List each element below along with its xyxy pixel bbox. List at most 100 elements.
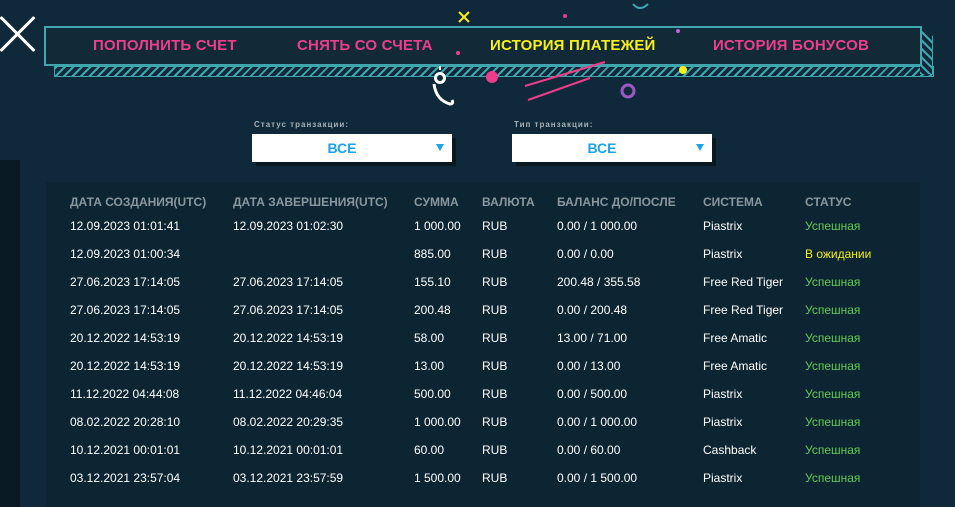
created-date-cell: 10.12.2021 00:01:01: [70, 443, 181, 457]
table-row: 03.12.2021 23:57:04 03.12.2021 23:57:59 1 …: [70, 464, 905, 492]
status-cell: Успешная: [805, 387, 861, 401]
system-cell: Free Amatic: [703, 359, 768, 373]
amount-cell: 13.00: [414, 359, 445, 373]
balance-cell: 0.00 / 500.00: [557, 387, 628, 401]
amount-cell: 1 000.00: [414, 219, 461, 233]
table-row: 08.02.2022 20:28:10 08.02.2022 20:29:35 1 …: [70, 408, 905, 436]
created-date-cell: 20.12.2022 14:53:19: [70, 359, 181, 373]
status-cell: Успешная: [805, 331, 861, 345]
column-header: СИСТЕМА: [703, 195, 763, 209]
completed-date-cell: 03.12.2021 23:57:59: [233, 471, 344, 485]
system-cell: Piastrix: [703, 471, 743, 485]
created-date-cell: 12.09.2023 01:00:34: [70, 247, 181, 261]
currency-cell: RUB: [482, 471, 508, 485]
status-cell: Успешная: [805, 415, 861, 429]
currency-cell: RUB: [482, 443, 508, 457]
status-cell: Успешная: [805, 275, 861, 289]
system-cell: Free Amatic: [703, 331, 768, 345]
type-filter-label: Тип транзакции:: [514, 120, 594, 129]
table-row: 10.12.2021 00:01:01 10.12.2021 00:01:01 60…: [70, 436, 905, 464]
system-cell: Free Red Tiger: [703, 303, 784, 317]
created-date-cell: 20.12.2022 14:53:19: [70, 331, 181, 345]
created-date-cell: 03.12.2021 23:57:04: [70, 471, 181, 485]
table-row: 12.09.2023 01:01:41 12.09.2023 01:02:30 1 …: [70, 212, 905, 240]
column-header: БАЛАНС ДО/ПОСЛЕ: [557, 195, 676, 209]
table-row: 11.12.2022 04:44:08 11.12.2022 04:46:04 50…: [70, 380, 905, 408]
system-cell: Cashback: [703, 443, 757, 457]
system-cell: Piastrix: [703, 247, 743, 261]
balance-cell: 200.48 / 355.58: [557, 275, 641, 289]
status-filter-label: Статус транзакции:: [254, 120, 350, 129]
completed-date-cell: 11.12.2022 04:46:04: [233, 387, 343, 401]
balance-cell: 0.00 / 1 000.00: [557, 219, 638, 233]
amount-cell: 500.00: [414, 387, 451, 401]
system-cell: Free Red Tiger: [703, 275, 784, 289]
type-filter-value: ВСЕ: [587, 140, 617, 156]
tab-deposit[interactable]: ПОПОЛНИТЬ СЧЕТ: [93, 37, 237, 54]
completed-date-cell: 27.06.2023 17:14:05: [233, 303, 344, 317]
balance-cell: 0.00 / 1 500.00: [557, 471, 638, 485]
amount-cell: 60.00: [414, 443, 445, 457]
system-cell: Piastrix: [703, 415, 743, 429]
amount-cell: 885.00: [414, 247, 451, 261]
table-row: 20.12.2022 14:53:19 20.12.2022 14:53:19 58…: [70, 324, 905, 352]
column-header: ВАЛЮТА: [482, 195, 535, 209]
completed-date-cell: [233, 240, 414, 268]
column-header: ДАТА ЗАВЕРШЕНИЯ(UTC): [233, 195, 388, 209]
amount-cell: 1 500.00: [414, 471, 461, 485]
amount-cell: 155.10: [414, 275, 451, 289]
currency-cell: RUB: [482, 387, 508, 401]
currency-cell: RUB: [482, 219, 508, 233]
balance-cell: 13.00 / 71.00: [557, 331, 628, 345]
status-filter-select[interactable]: ВСЕ: [252, 134, 452, 162]
completed-date-cell: 12.09.2023 01:02:30: [233, 219, 344, 233]
completed-date-cell: 20.12.2022 14:53:19: [233, 331, 344, 345]
completed-date-cell: 08.02.2022 20:29:35: [233, 415, 344, 429]
status-cell: В ожидании: [805, 247, 872, 261]
currency-cell: RUB: [482, 331, 508, 345]
system-cell: Piastrix: [703, 219, 743, 233]
completed-date-cell: 27.06.2023 17:14:05: [233, 275, 344, 289]
table-row: 20.12.2022 14:53:19 20.12.2022 14:53:19 13…: [70, 352, 905, 380]
created-date-cell: 27.06.2023 17:14:05: [70, 275, 181, 289]
chevron-down-icon: [696, 144, 704, 151]
astronaut-icon: [432, 66, 455, 106]
currency-cell: RUB: [482, 303, 508, 317]
transactions-table: ДАТА СОЗДАНИЯ(UTC) ДАТА ЗАВЕРШЕНИЯ(UTC) …: [70, 192, 905, 492]
cross-confetti: [458, 11, 470, 23]
balance-cell: 0.00 / 0.00: [557, 247, 614, 261]
tab-withdraw[interactable]: СНЯТЬ СО СЧЕТА: [297, 37, 433, 54]
status-cell: Успешная: [805, 471, 861, 485]
currency-cell: RUB: [482, 415, 508, 429]
status-cell: Успешная: [805, 443, 861, 457]
table-row: 27.06.2023 17:14:05 27.06.2023 17:14:05 15…: [70, 268, 905, 296]
confetti-decoration: [432, 3, 687, 106]
column-header: СТАТУС: [805, 195, 852, 209]
created-date-cell: 27.06.2023 17:14:05: [70, 303, 181, 317]
table-row: 12.09.2023 01:00:34 885.00 RUB 0.00 / 0.00 P…: [70, 240, 905, 268]
status-cell: Успешная: [805, 303, 861, 317]
amount-cell: 1 000.00: [414, 415, 461, 429]
completed-date-cell: 10.12.2021 00:01:01: [233, 443, 344, 457]
close-icon[interactable]: [0, 10, 40, 56]
column-header: ДАТА СОЗДАНИЯ(UTC): [70, 195, 207, 209]
chevron-down-icon: [436, 144, 444, 151]
tab-bonus-history[interactable]: ИСТОРИЯ БОНУСОВ: [713, 37, 869, 54]
created-date-cell: 12.09.2023 01:01:41: [70, 219, 181, 233]
status-filter-value: ВСЕ: [327, 140, 357, 156]
created-date-cell: 11.12.2022 04:44:08: [70, 387, 180, 401]
system-cell: Piastrix: [703, 387, 743, 401]
currency-cell: RUB: [482, 275, 508, 289]
created-date-cell: 08.02.2022 20:28:10: [70, 415, 181, 429]
balance-cell: 0.00 / 60.00: [557, 443, 621, 457]
balance-cell: 0.00 / 1 000.00: [557, 415, 638, 429]
status-cell: Успешная: [805, 359, 861, 373]
payment-history-page: ПОПОЛНИТЬ СЧЕТ СНЯТЬ СО СЧЕТА ИСТОРИЯ ПЛ…: [0, 0, 955, 507]
column-header: СУММА: [414, 195, 459, 209]
currency-cell: RUB: [482, 247, 508, 261]
table-row: 27.06.2023 17:14:05 27.06.2023 17:14:05 20…: [70, 296, 905, 324]
completed-date-cell: 20.12.2022 14:53:19: [233, 359, 344, 373]
balance-cell: 0.00 / 13.00: [557, 359, 621, 373]
type-filter-select[interactable]: ВСЕ: [512, 134, 712, 162]
status-cell: Успешная: [805, 219, 861, 233]
